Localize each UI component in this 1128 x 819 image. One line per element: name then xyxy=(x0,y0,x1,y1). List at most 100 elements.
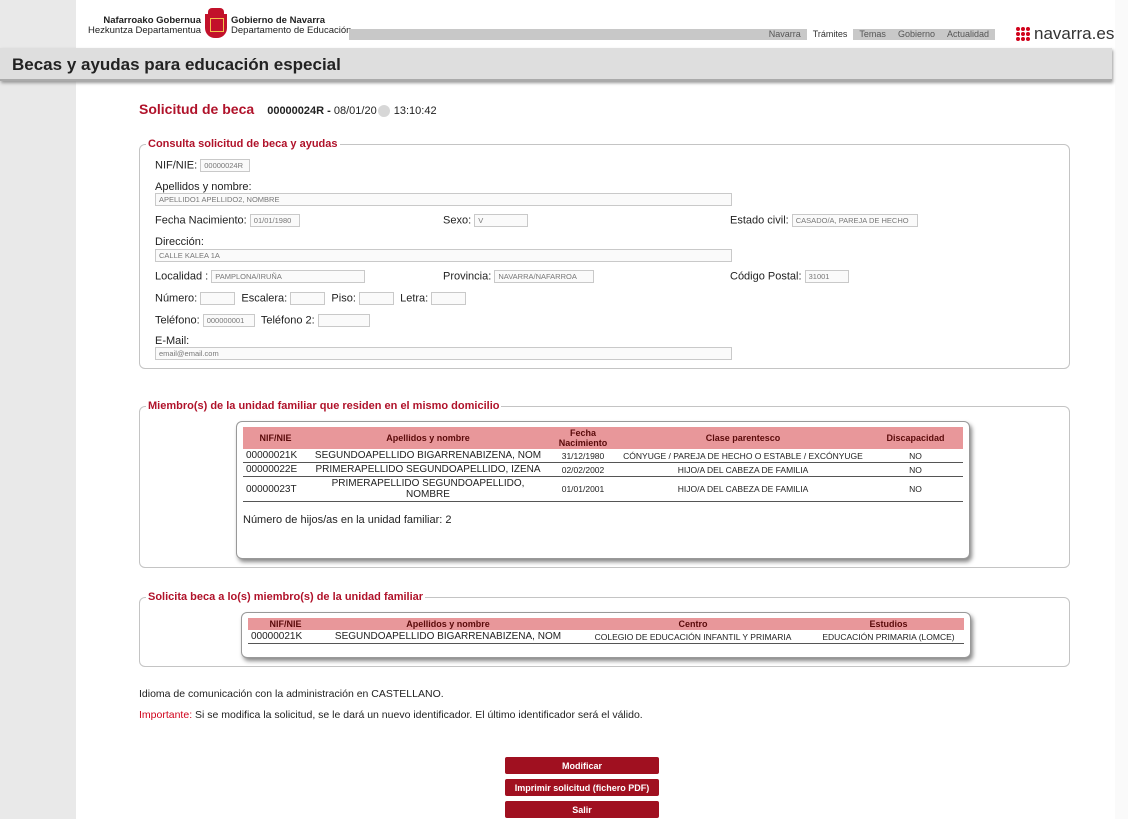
col-fecha: Fecha Nacimiento xyxy=(548,427,618,449)
solicitud-id: 00000024R - xyxy=(267,105,331,117)
nav-actualidad[interactable]: Actualidad xyxy=(941,29,995,40)
codigo-postal-label: Código Postal: xyxy=(730,270,802,283)
top-nav: Navarra Trámites Temas Gobierno Actualid… xyxy=(763,29,995,40)
sexo-label: Sexo: xyxy=(443,214,472,227)
cell-parentesco: CÓNYUGE / PAREJA DE HECHO O ESTABLE / EX… xyxy=(618,449,868,463)
navarra-es-logo[interactable]: navarra.es xyxy=(1016,24,1114,44)
cell-nif: 00000021K xyxy=(248,630,323,644)
miembros-table-panel: NIF/NIE Apellidos y nombre Fecha Nacimie… xyxy=(236,421,970,559)
importante-text: Si se modifica la solicitud, se le dará … xyxy=(192,709,643,721)
cell-nombre: PRIMERAPELLIDO SEGUNDOAPELLIDO, IZENA xyxy=(308,462,548,477)
telefono2-field[interactable] xyxy=(317,314,370,327)
estado-civil-field[interactable]: CASADO/A, PAREJA DE HECHO xyxy=(791,214,918,227)
cell-discapacidad: NO xyxy=(868,462,963,477)
cell-discapacidad: NO xyxy=(868,449,963,463)
nav-gobierno[interactable]: Gobierno xyxy=(892,29,941,40)
cell-nombre: SEGUNDOAPELLIDO BIGARRENABIZENA, NOM xyxy=(323,630,573,644)
nombre-field[interactable]: APELLIDO1 APELLIDO2, NOMBRE xyxy=(155,193,732,206)
col-estudios: Estudios xyxy=(813,618,964,630)
col-discapacidad: Discapacidad xyxy=(868,427,963,449)
solicitud-heading: Solicitud de beca 00000024R - 08/01/20 1… xyxy=(139,101,437,118)
cell-fecha: 31/12/1980 xyxy=(548,449,618,463)
cell-nif: 00000022E xyxy=(243,462,308,477)
col-nombre: Apellidos y nombre xyxy=(308,427,548,449)
fecha-field[interactable]: 01/01/1980 xyxy=(249,214,300,227)
nav-temas[interactable]: Temas xyxy=(853,29,892,40)
escalera-label: Escalera: xyxy=(241,292,288,305)
logo-line2-left: Hezkuntza Departamentua xyxy=(88,25,202,36)
hijos-label: Número de hijos/as en la unidad familiar… xyxy=(243,514,443,526)
provincia-label: Provincia: xyxy=(443,270,492,283)
hijos-value: 2 xyxy=(445,514,452,526)
solicita-legend: Solicita beca a lo(s) miembro(s) de la u… xyxy=(148,591,424,603)
estado-civil-label: Estado civil: xyxy=(730,214,789,227)
piso-label: Piso: xyxy=(331,292,356,305)
nav-navarra[interactable]: Navarra xyxy=(763,29,807,40)
nif-label: NIF/NIE: xyxy=(155,159,198,172)
right-sidebar-strip xyxy=(1115,0,1128,819)
solicitud-label: Solicitud de beca xyxy=(139,101,255,117)
top-nav-bar: Navarra Trámites Temas Gobierno Actualid… xyxy=(349,29,995,40)
escalera-field[interactable] xyxy=(290,292,326,305)
modificar-button[interactable]: Modificar xyxy=(505,757,659,774)
cell-nombre: PRIMERAPELLIDO SEGUNDOAPELLIDO, NOMBRE xyxy=(308,476,548,502)
piso-field[interactable] xyxy=(358,292,394,305)
localidad-label: Localidad : xyxy=(155,270,209,283)
provincia-field[interactable]: NAVARRA/NAFARROA xyxy=(494,270,595,283)
email-field[interactable]: email@email.com xyxy=(155,347,732,360)
solicitud-time: 13:10:42 xyxy=(393,105,437,117)
numero-label: Número: xyxy=(155,292,198,305)
codigo-postal-field[interactable]: 31001 xyxy=(804,270,849,283)
direccion-label: Dirección: xyxy=(155,236,204,248)
site-logo-text: navarra.es xyxy=(1034,24,1115,43)
cell-nif: 00000021K xyxy=(243,449,308,463)
cell-fecha: 02/02/2002 xyxy=(548,462,618,477)
idioma-text: Idioma de comunicación con la administra… xyxy=(139,688,444,700)
solicitud-date: 08/01/20 xyxy=(333,105,377,117)
email-label: E-Mail: xyxy=(155,335,190,347)
cell-parentesco: HIJO/A DEL CABEZA DE FAMILIA xyxy=(618,462,868,477)
solicita-table: NIF/NIE Apellidos y nombre Centro Estudi… xyxy=(248,618,964,644)
table-row: 00000022E PRIMERAPELLIDO SEGUNDOAPELLIDO… xyxy=(243,462,963,477)
cell-nif: 00000023T xyxy=(243,476,308,502)
cell-fecha: 01/01/2001 xyxy=(548,476,618,502)
gobierno-logo[interactable]: Nafarroako Gobernua Hezkuntza Departamen… xyxy=(88,8,352,38)
nif-field[interactable]: 00000024R xyxy=(200,159,251,172)
imprimir-pdf-button[interactable]: Imprimir solicitud (fichero PDF) xyxy=(505,779,659,796)
miembros-legend: Miembro(s) de la unidad familiar que res… xyxy=(148,400,500,412)
cell-discapacidad: NO xyxy=(868,476,963,502)
localidad-field[interactable]: PAMPLONA/IRUÑA xyxy=(211,270,366,283)
importante-label: Importante: xyxy=(139,709,193,721)
numero-field[interactable] xyxy=(200,292,236,305)
importante-note: Importante: Si se modifica la solicitud,… xyxy=(139,709,643,721)
navarra-dots-icon xyxy=(1016,27,1030,41)
hijos-count: Número de hijos/as en la unidad familiar… xyxy=(243,514,963,526)
telefono-field[interactable]: 000000001 xyxy=(202,314,255,327)
col-nombre: Apellidos y nombre xyxy=(323,618,573,630)
logo-line2-right: Departamento de Educación xyxy=(231,25,352,36)
solicita-table-panel: NIF/NIE Apellidos y nombre Centro Estudi… xyxy=(241,612,971,658)
redacted-dot xyxy=(377,105,390,118)
cell-centro: COLEGIO DE EDUCACIÓN INFANTIL Y PRIMARIA xyxy=(573,630,813,644)
table-row: 00000021K SEGUNDOAPELLIDO BIGARRENABIZEN… xyxy=(243,449,963,463)
letra-field[interactable] xyxy=(431,292,467,305)
col-nif: NIF/NIE xyxy=(243,427,308,449)
letra-label: Letra: xyxy=(400,292,429,305)
col-centro: Centro xyxy=(573,618,813,630)
coat-of-arms-icon xyxy=(205,8,228,38)
col-nif: NIF/NIE xyxy=(248,618,323,630)
nav-tramites[interactable]: Trámites xyxy=(806,29,854,40)
direccion-field[interactable]: CALLE KALEA 1A xyxy=(155,249,732,262)
telefono2-label: Teléfono 2: xyxy=(260,314,315,327)
left-sidebar-strip xyxy=(0,0,76,819)
salir-button[interactable]: Salir xyxy=(505,801,659,818)
col-parentesco: Clase parentesco xyxy=(618,427,868,449)
consulta-legend: Consulta solicitud de beca y ayudas xyxy=(148,138,338,150)
sexo-field[interactable]: V xyxy=(474,214,529,227)
fecha-label: Fecha Nacimiento: xyxy=(155,214,247,227)
miembros-table: NIF/NIE Apellidos y nombre Fecha Nacimie… xyxy=(243,427,963,502)
cell-estudios: EDUCACIÓN PRIMARIA (LOMCE) xyxy=(813,630,964,644)
table-row: 00000023T PRIMERAPELLIDO SEGUNDOAPELLIDO… xyxy=(243,476,963,502)
telefono-label: Teléfono: xyxy=(155,314,200,327)
cell-parentesco: HIJO/A DEL CABEZA DE FAMILIA xyxy=(618,476,868,502)
